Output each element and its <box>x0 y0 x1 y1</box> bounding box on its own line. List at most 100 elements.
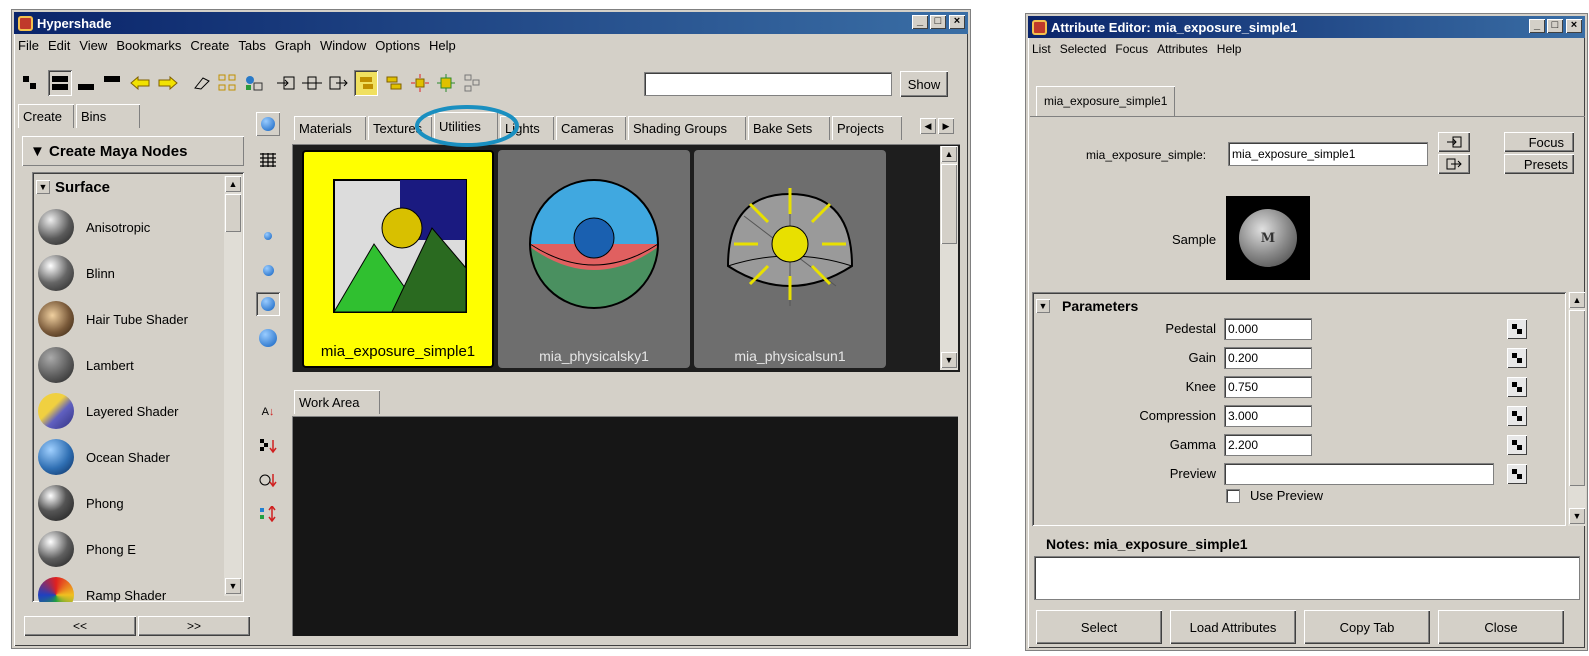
scroll-up-icon[interactable]: ▲ <box>225 176 241 192</box>
layout-toggle-icon[interactable] <box>18 70 42 96</box>
forward-arrow-icon[interactable] <box>156 70 180 96</box>
collapse-icon[interactable]: ▼ <box>1036 299 1050 313</box>
sort-name-icon[interactable]: A ↓ <box>256 400 280 424</box>
pedestal-map-icon[interactable] <box>1507 319 1527 339</box>
preview-map-icon[interactable] <box>1507 464 1527 484</box>
close-editor-button[interactable]: Close <box>1438 610 1564 644</box>
list-item[interactable]: Phong E <box>34 526 224 572</box>
work-area-canvas[interactable] <box>292 416 958 636</box>
graph-up-icon[interactable] <box>408 70 432 96</box>
use-preview-checkbox[interactable] <box>1226 488 1240 503</box>
tab-projects[interactable]: Projects <box>832 116 902 140</box>
sort-time-icon[interactable] <box>256 468 280 492</box>
hypershade-titlebar[interactable]: Hypershade _ □ × <box>14 12 968 34</box>
menu-view[interactable]: View <box>79 38 107 53</box>
attribute-editor-titlebar[interactable]: Attribute Editor: mia_exposure_simple1 _… <box>1028 16 1585 38</box>
layout-split-icon[interactable] <box>48 70 72 96</box>
close-button[interactable]: × <box>949 15 965 29</box>
list-item[interactable]: Ocean Shader <box>34 434 224 480</box>
tab-bake-sets[interactable]: Bake Sets <box>748 116 830 140</box>
back-arrow-icon[interactable] <box>128 70 152 96</box>
swatch-mia-physicalsun[interactable]: mia_physicalsun1 <box>694 150 886 368</box>
swatch-scrollbar[interactable]: ▲ ▼ <box>940 146 958 370</box>
copy-tab-button[interactable]: Copy Tab <box>1304 610 1430 644</box>
node-list-scrollbar[interactable]: ▲ ▼ <box>224 176 242 596</box>
xlarge-swatch-icon[interactable] <box>256 326 280 350</box>
graph-layout-icon[interactable] <box>382 70 406 96</box>
nav-left-button[interactable]: << <box>24 616 136 636</box>
menu-attributes[interactable]: Attributes <box>1157 42 1208 56</box>
eraser-icon[interactable] <box>190 70 214 96</box>
menu-help[interactable]: Help <box>429 38 456 53</box>
menu-help[interactable]: Help <box>1217 42 1242 56</box>
tab-shading-groups[interactable]: Shading Groups <box>628 116 746 140</box>
graph-down-icon[interactable] <box>434 70 458 96</box>
scroll-down-icon[interactable]: ▼ <box>1569 508 1585 524</box>
layout-bottom-icon[interactable] <box>74 70 98 96</box>
tab-work-area[interactable]: Work Area <box>294 390 380 414</box>
focus-button[interactable]: Focus <box>1504 132 1574 152</box>
preview-field[interactable] <box>1224 463 1494 485</box>
list-item[interactable]: Hair Tube Shader <box>34 296 224 342</box>
parameters-header[interactable]: ▼ Parameters <box>1036 296 1138 316</box>
gain-field[interactable] <box>1224 347 1312 369</box>
select-button[interactable]: Select <box>1036 610 1162 644</box>
scroll-up-icon[interactable]: ▲ <box>1569 292 1585 308</box>
list-item[interactable]: Lambert <box>34 342 224 388</box>
close-button[interactable]: × <box>1566 19 1582 33</box>
scroll-thumb[interactable] <box>225 194 241 232</box>
menu-file[interactable]: File <box>18 38 39 53</box>
menu-focus[interactable]: Focus <box>1115 42 1148 56</box>
large-swatch-icon[interactable] <box>256 292 280 316</box>
list-item[interactable]: Phong <box>34 480 224 526</box>
nav-right-button[interactable]: >> <box>138 616 250 636</box>
menu-list[interactable]: List <box>1032 42 1051 56</box>
scroll-thumb[interactable] <box>941 164 957 244</box>
graph-dependency-icon[interactable] <box>460 70 484 96</box>
list-item[interactable]: Blinn <box>34 250 224 296</box>
list-item[interactable]: Anisotropic <box>34 204 224 250</box>
tab-scroll-left-icon[interactable]: ◀ <box>920 118 936 134</box>
scroll-up-icon[interactable]: ▲ <box>941 146 957 162</box>
gamma-map-icon[interactable] <box>1507 435 1527 455</box>
gamma-field[interactable] <box>1224 434 1312 456</box>
minimize-button[interactable]: _ <box>1529 19 1545 33</box>
small-swatch-icon[interactable] <box>256 224 280 248</box>
io-connections-icon[interactable] <box>300 70 324 96</box>
create-maya-nodes-header[interactable]: ▼ Create Maya Nodes <box>22 136 244 166</box>
show-button[interactable]: Show <box>900 71 948 97</box>
gain-map-icon[interactable] <box>1507 348 1527 368</box>
parameters-scrollbar[interactable]: ▲ ▼ <box>1568 292 1586 526</box>
filter-input[interactable] <box>644 72 892 96</box>
grid-view-icon[interactable] <box>256 148 280 172</box>
tab-create[interactable]: Create <box>18 104 74 128</box>
graph-icon[interactable] <box>216 70 240 96</box>
tab-node[interactable]: mia_exposure_simple1 <box>1036 86 1176 116</box>
maximize-button[interactable]: □ <box>1547 19 1563 33</box>
sort-reverse-icon[interactable] <box>256 502 280 526</box>
tab-materials[interactable]: Materials <box>294 116 366 140</box>
tab-scroll-right-icon[interactable]: ▶ <box>938 118 954 134</box>
input-connections-icon[interactable] <box>274 70 298 96</box>
menu-tabs[interactable]: Tabs <box>238 38 265 53</box>
layout-top-icon[interactable] <box>100 70 124 96</box>
scroll-down-icon[interactable]: ▼ <box>225 578 241 594</box>
notes-field[interactable] <box>1034 556 1580 600</box>
menu-options[interactable]: Options <box>375 38 420 53</box>
menu-edit[interactable]: Edit <box>48 38 70 53</box>
scroll-thumb[interactable] <box>1569 310 1585 486</box>
minimize-button[interactable]: _ <box>912 15 928 29</box>
menu-selected[interactable]: Selected <box>1060 42 1107 56</box>
output-connections-icon[interactable] <box>326 70 350 96</box>
focus-output-button[interactable] <box>1438 154 1470 174</box>
menu-window[interactable]: Window <box>320 38 366 53</box>
node-name-field[interactable] <box>1228 142 1428 166</box>
menu-create[interactable]: Create <box>190 38 229 53</box>
load-attributes-button[interactable]: Load Attributes <box>1170 610 1296 644</box>
compression-field[interactable] <box>1224 405 1312 427</box>
collapse-icon[interactable]: ▼ <box>36 180 50 194</box>
network-icon[interactable] <box>242 70 266 96</box>
menu-bookmarks[interactable]: Bookmarks <box>116 38 181 53</box>
sort-type-icon[interactable] <box>256 434 280 458</box>
scroll-down-icon[interactable]: ▼ <box>941 352 957 368</box>
